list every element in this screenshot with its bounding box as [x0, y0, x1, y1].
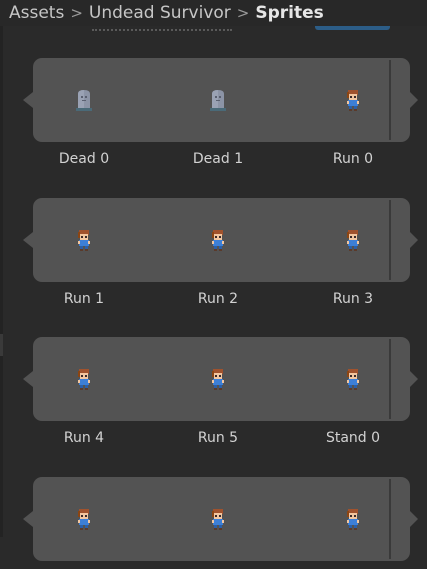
sprite-name-label: Run 0 [332, 151, 374, 167]
tombstone-icon[interactable] [74, 88, 94, 112]
breadcrumb: Assets > Undead Survivor > Sprites [0, 0, 427, 26]
expand-arrow-right-icon[interactable] [410, 232, 418, 248]
scrolled-text-remnant [92, 26, 232, 31]
collapse-arrow-left-icon[interactable] [23, 232, 33, 248]
breadcrumb-item-assets[interactable]: Assets [9, 3, 64, 23]
sprite-name-label: Dead 0 [58, 151, 110, 167]
partially-scrolled-header [0, 26, 427, 32]
resize-handle[interactable] [0, 334, 3, 356]
character-icon[interactable] [343, 507, 363, 531]
character-icon[interactable] [208, 507, 228, 531]
collapse-arrow-left-icon[interactable] [23, 92, 33, 108]
expand-arrow-right-icon[interactable] [410, 92, 418, 108]
tile-divider [389, 200, 391, 280]
character-icon[interactable] [74, 228, 94, 252]
sprite-name-label: Dead 1 [192, 151, 244, 167]
sprite-name-label: Run 1 [63, 291, 105, 307]
chevron-right-icon: > [236, 4, 250, 22]
character-icon[interactable] [343, 228, 363, 252]
collapse-arrow-left-icon[interactable] [23, 511, 33, 527]
breadcrumb-item-undead-survivor[interactable]: Undead Survivor [89, 3, 231, 23]
collapse-arrow-left-icon[interactable] [23, 371, 33, 387]
chevron-right-icon: > [70, 4, 83, 22]
tile-divider [389, 339, 391, 419]
panel-left-edge [0, 26, 3, 537]
character-icon[interactable] [74, 507, 94, 531]
sprite-name-label: Stand 0 [325, 430, 381, 446]
sprite-name-label: Run 3 [332, 291, 374, 307]
sprite-name-label: Run 2 [197, 291, 239, 307]
sprite-name-label: Run 4 [63, 430, 105, 446]
character-icon[interactable] [208, 228, 228, 252]
character-icon[interactable] [343, 88, 363, 112]
sprite-name-label: Run 5 [197, 430, 239, 446]
breadcrumb-item-sprites[interactable]: Sprites [255, 3, 323, 23]
expand-arrow-right-icon[interactable] [410, 511, 418, 527]
character-icon[interactable] [208, 367, 228, 391]
selection-highlight [315, 26, 390, 30]
character-icon[interactable] [74, 367, 94, 391]
tile-divider [389, 60, 391, 140]
tile-divider [389, 479, 391, 559]
tombstone-icon[interactable] [208, 88, 228, 112]
expand-arrow-right-icon[interactable] [410, 371, 418, 387]
character-icon[interactable] [343, 367, 363, 391]
